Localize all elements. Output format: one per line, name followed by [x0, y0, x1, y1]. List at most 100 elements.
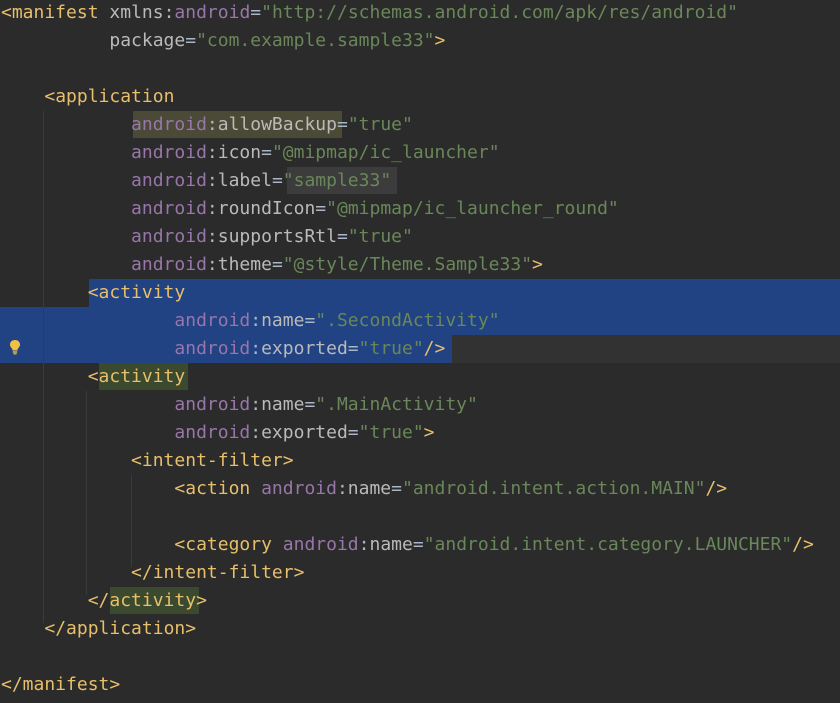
- code-token-punct: =: [185, 30, 197, 51]
- code-token-val: "sample33": [282, 170, 392, 191]
- code-token-punct: :: [250, 310, 262, 331]
- code-token-tag: <category: [174, 534, 272, 555]
- code-token-val: "true": [358, 422, 424, 443]
- code-line[interactable]: android:icon="@mipmap/ic_launcher": [0, 139, 840, 167]
- code-token-ns: android: [174, 422, 251, 443]
- code-token-attr: name: [261, 310, 305, 331]
- code-token-val: "com.example.sample33": [196, 30, 435, 51]
- code-line[interactable]: android:name=".MainActivity": [0, 391, 840, 419]
- lightbulb-icon[interactable]: [9, 339, 21, 355]
- code-token-punct: :: [358, 534, 370, 555]
- code-token-val: "true": [358, 338, 424, 359]
- code-line[interactable]: [0, 643, 840, 671]
- code-token-punct: [1, 226, 131, 247]
- code-line[interactable]: <category android:name="android.intent.c…: [0, 531, 840, 559]
- code-token-attr: label: [217, 170, 272, 191]
- code-token-val: ".MainActivity": [315, 394, 478, 415]
- code-token-ns: android: [131, 114, 207, 135]
- code-token-attr: exported: [261, 422, 348, 443]
- code-token-tag: >: [423, 422, 435, 443]
- code-token-punct: =: [304, 394, 316, 415]
- code-token-attr: exported: [261, 338, 348, 359]
- code-token-punct: [1, 170, 131, 191]
- code-token-punct: =: [271, 170, 283, 191]
- code-line[interactable]: <activity: [0, 363, 840, 391]
- code-line[interactable]: </application>: [0, 615, 840, 643]
- code-token-punct: [1, 422, 174, 443]
- code-line[interactable]: android:roundIcon="@mipmap/ic_launcher_r…: [0, 195, 840, 223]
- code-token-punct: [1, 394, 174, 415]
- code-line[interactable]: </activity>: [0, 587, 840, 615]
- code-token-attr: allowBackup: [217, 114, 337, 135]
- code-token-attr: name: [347, 478, 392, 499]
- code-token-ns: android: [282, 534, 359, 555]
- code-line[interactable]: android:allowBackup="true": [0, 111, 840, 139]
- code-line[interactable]: android:supportsRtl="true": [0, 223, 840, 251]
- code-token-punct: [1, 618, 44, 639]
- code-token-punct: :: [206, 142, 218, 163]
- code-token-punct: =: [315, 198, 327, 219]
- code-token-ns: android: [131, 226, 207, 247]
- code-token-tag: />: [705, 478, 728, 499]
- code-line[interactable]: <application: [0, 83, 840, 111]
- code-line[interactable]: <intent-filter>: [0, 447, 840, 475]
- code-line[interactable]: [0, 503, 840, 531]
- code-token-val: "@mipmap/ic_launcher_round": [326, 198, 619, 219]
- code-token-punct: :: [250, 338, 262, 359]
- code-token-val: "true": [347, 114, 413, 135]
- code-line[interactable]: android:name=".SecondActivity": [0, 307, 840, 335]
- code-line[interactable]: [0, 55, 840, 83]
- code-line[interactable]: android:exported="true"/>: [0, 335, 840, 363]
- code-token-punct: [1, 562, 131, 583]
- code-token-punct: :: [206, 226, 218, 247]
- code-token-ns: android: [131, 170, 207, 191]
- code-line[interactable]: </intent-filter>: [0, 559, 840, 587]
- code-token-punct: [1, 338, 174, 359]
- code-token-ns: android: [174, 394, 251, 415]
- code-token-punct: =: [347, 422, 359, 443]
- code-line[interactable]: </manifest>: [0, 671, 840, 699]
- code-token-punct: [250, 478, 261, 499]
- code-token-tag: >: [532, 254, 543, 275]
- code-token-val: "@mipmap/ic_launcher": [271, 142, 500, 163]
- code-token-punct: [1, 282, 88, 303]
- code-line[interactable]: android:exported="true">: [0, 419, 840, 447]
- code-token-ns: android: [261, 478, 337, 499]
- code-line[interactable]: android:label="sample33": [0, 167, 840, 195]
- code-token-punct: [1, 114, 131, 135]
- code-line[interactable]: <manifest xmlns:android="http://schemas.…: [0, 0, 840, 27]
- code-token-punct: [1, 30, 109, 51]
- code-token-punct: =: [250, 2, 262, 23]
- code-token-punct: [1, 142, 131, 163]
- code-token-punct: :: [336, 478, 348, 499]
- code-line[interactable]: <action android:name="android.intent.act…: [0, 475, 840, 503]
- code-token-punct: :: [206, 170, 218, 191]
- code-token-tag: />: [792, 534, 814, 555]
- code-token-tag: </manifest>: [1, 674, 121, 695]
- code-token-punct: =: [336, 114, 348, 135]
- code-token-tag: <action: [174, 478, 251, 499]
- code-token-tag: <manifest: [1, 2, 99, 23]
- code-token-ns: android: [131, 198, 207, 219]
- code-token-ns: android: [131, 254, 207, 275]
- code-token-punct: [99, 2, 110, 23]
- code-token-val: ".SecondActivity": [315, 310, 500, 331]
- code-token-attr: name: [261, 394, 305, 415]
- code-token-attr: package: [109, 30, 186, 51]
- code-token-punct: [1, 254, 131, 275]
- code-editor[interactable]: <manifest xmlns:android="http://schemas.…: [0, 0, 840, 703]
- code-token-attr: roundIcon: [217, 198, 316, 219]
- code-token-val: "@style/Theme.Sample33": [282, 254, 533, 275]
- code-token-val: "android.intent.action.MAIN": [402, 478, 706, 499]
- code-token-tag: </application>: [44, 618, 197, 639]
- code-token-tag: >: [434, 30, 446, 51]
- code-line[interactable]: <activity: [0, 279, 840, 307]
- code-token-tag: <intent-filter>: [131, 450, 294, 471]
- code-token-punct: [1, 366, 88, 387]
- code-line[interactable]: android:theme="@style/Theme.Sample33">: [0, 251, 840, 279]
- code-token-punct: [1, 86, 44, 107]
- code-token-punct: =: [391, 478, 402, 499]
- code-token-attr: supportsRtl: [217, 226, 337, 247]
- code-line[interactable]: package="com.example.sample33">: [0, 27, 840, 55]
- code-token-punct: [272, 534, 283, 555]
